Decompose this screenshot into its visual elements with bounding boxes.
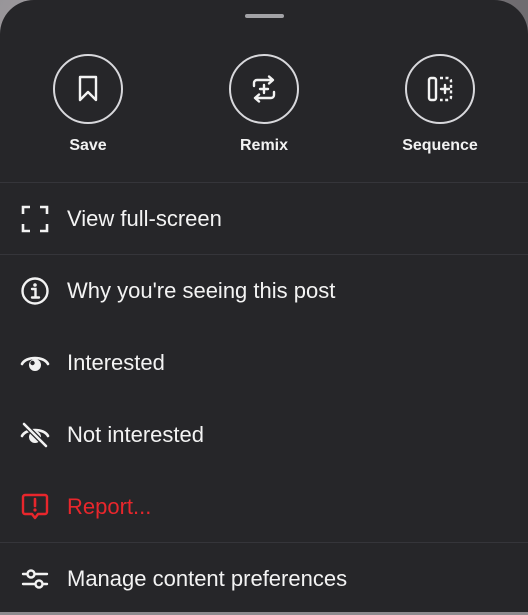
options-bottom-sheet: Save Remix Sequence View full-screen Why… xyxy=(0,0,528,612)
fullscreen-icon xyxy=(20,204,50,234)
eye-icon xyxy=(20,348,50,378)
menu-item-why-seeing[interactable]: Why you're seeing this post xyxy=(0,255,528,327)
menu-label-why-seeing: Why you're seeing this post xyxy=(67,278,336,303)
menu-item-not-interested[interactable]: Not interested xyxy=(0,399,528,471)
sequence-icon xyxy=(427,76,453,102)
eye-off-icon xyxy=(20,420,50,450)
remix-button[interactable]: Remix xyxy=(204,54,324,155)
menu-item-manage-preferences[interactable]: Manage content preferences xyxy=(0,543,528,615)
menu-item-interested[interactable]: Interested xyxy=(0,327,528,399)
menu-label-manage-preferences: Manage content preferences xyxy=(67,566,348,591)
sequence-label: Sequence xyxy=(402,137,478,154)
report-icon xyxy=(20,492,50,522)
sliders-icon xyxy=(20,564,50,594)
sequence-circle xyxy=(405,54,475,124)
quick-actions: Save Remix Sequence xyxy=(0,54,528,164)
remix-circle xyxy=(229,54,299,124)
sequence-button[interactable]: Sequence xyxy=(380,54,500,155)
menu-label-interested: Interested xyxy=(67,350,165,375)
menu-label-view-full-screen: View full-screen xyxy=(67,206,222,231)
menu-label-report: Report... xyxy=(67,494,152,519)
remix-label: Remix xyxy=(239,137,289,154)
menu-item-report[interactable]: Report... xyxy=(0,471,528,543)
remix-icon xyxy=(252,75,276,103)
menu-label-not-interested: Not interested xyxy=(67,422,204,447)
info-icon xyxy=(20,276,50,306)
save-label: Save xyxy=(69,137,107,154)
save-circle xyxy=(53,54,123,124)
bookmark-icon xyxy=(78,75,98,102)
drag-handle[interactable] xyxy=(245,14,284,18)
save-button[interactable]: Save xyxy=(28,54,148,155)
menu-item-view-full-screen[interactable]: View full-screen xyxy=(0,183,528,255)
